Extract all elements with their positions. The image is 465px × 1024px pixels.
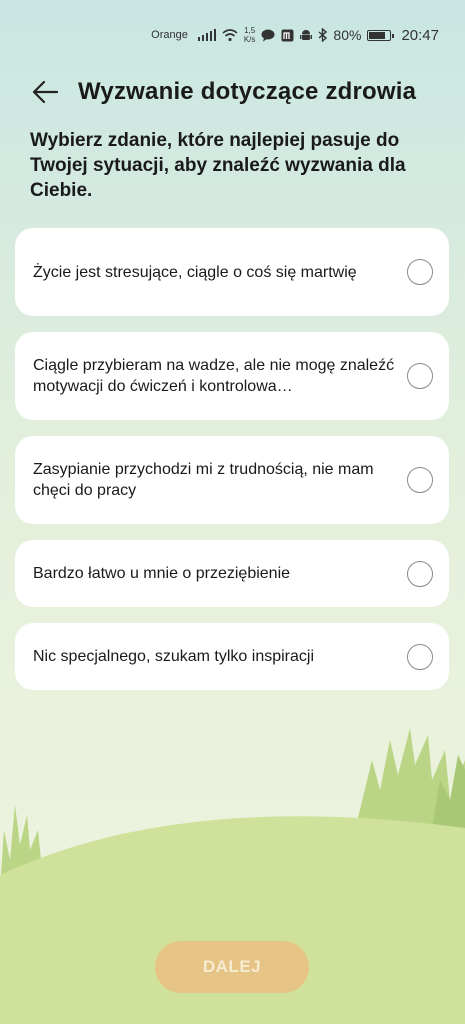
page-title: Wyzwanie dotyczące zdrowia [78,78,417,105]
option-label: Życie jest stresujące, ciągle o coś się … [33,263,357,281]
bluetooth-icon [318,28,328,42]
battery-icon [367,29,395,41]
chat-bubble-icon [261,29,275,41]
radio-button[interactable] [407,259,433,285]
options-list: Życie jest stresujące, ciągle o coś się … [15,228,449,706]
option-item[interactable]: Nic specjalnego, szukam tylko inspiracji [15,623,449,690]
option-item[interactable]: Bardzo łatwo u mnie o przeziębienie [15,540,449,607]
status-bar: Orange 1,5 K/s 80% 20:47 [0,0,465,70]
option-item[interactable]: Życie jest stresujące, ciągle o coś się … [15,228,449,316]
back-arrow-icon[interactable] [30,77,60,107]
option-item[interactable]: Zasypianie przychodzi mi z trudnością, n… [15,436,449,524]
option-label: Nic specjalnego, szukam tylko inspiracji [33,648,314,665]
network-speed: 1,5 K/s [244,26,256,44]
cell-signal-icon [197,29,216,41]
radio-button[interactable] [407,560,433,587]
intro-text: Wybierz zdanie, które najlepiej pasuje d… [30,130,406,201]
option-label: Bardzo łatwo u mnie o przeziębienie [33,565,291,582]
option-label: Ciągle przybieram na wadze, ale nie mogę… [33,357,395,395]
radio-button[interactable] [407,363,433,389]
wifi-icon [222,28,238,41]
app-notification-icon [281,29,294,41]
carrier-label: Orange [151,29,188,41]
clock: 20:47 [401,26,439,44]
option-label: Zasypianie przychodzi mi z trudnością, n… [33,461,374,499]
app-header: Wyzwanie dotyczące zdrowia [30,72,445,112]
radio-button[interactable] [407,467,433,493]
network-speed-value: 1,5 [244,26,256,35]
option-item[interactable]: Ciągle przybieram na wadze, ale nie mogę… [15,332,449,420]
android-icon [300,29,313,40]
radio-button[interactable] [407,643,433,670]
network-speed-unit: K/s [243,35,256,44]
battery-percent: 80% [333,27,362,43]
next-button[interactable]: DALEJ [155,941,309,993]
